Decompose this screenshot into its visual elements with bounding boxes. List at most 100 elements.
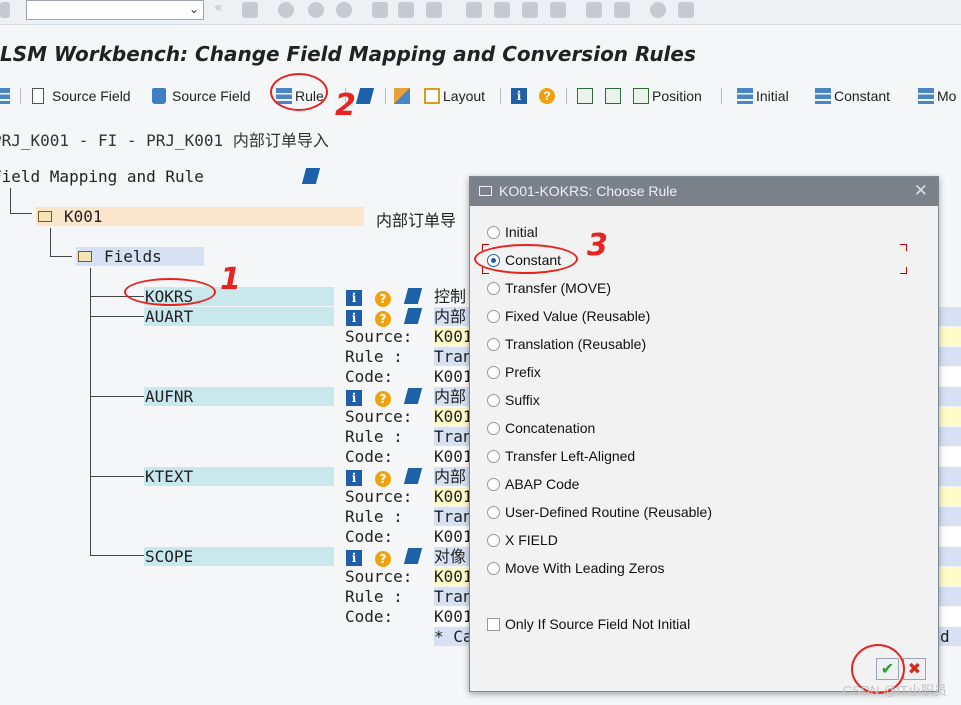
option-suffix[interactable]: Suffix <box>487 390 540 410</box>
constant-button[interactable]: Constant <box>815 86 890 106</box>
radio-button[interactable] <box>487 337 500 351</box>
question-icon[interactable]: ? <box>375 388 392 407</box>
info-icon[interactable]: i <box>346 547 363 566</box>
pencil-icon[interactable] <box>301 168 321 185</box>
collapse-icon <box>605 88 621 104</box>
pencil-icon[interactable] <box>403 308 423 325</box>
source-value: K001 <box>434 407 470 426</box>
initial-label: Initial <box>756 88 789 104</box>
row-strip <box>939 527 961 546</box>
field-description: 内部 <box>434 467 470 486</box>
find-next-icon[interactable] <box>426 2 442 18</box>
row-strip <box>939 347 961 366</box>
close-icon[interactable]: ✕ <box>914 181 928 201</box>
option-move-leading-zeros[interactable]: Move With Leading Zeros <box>487 558 665 578</box>
info-icon[interactable]: i <box>346 387 363 406</box>
option-transfer-left-aligned[interactable]: Transfer Left-Aligned <box>487 446 635 466</box>
focus-corner <box>900 244 907 251</box>
pencil-icon[interactable] <box>403 288 423 305</box>
next-page-icon[interactable] <box>522 2 538 18</box>
radio-button[interactable] <box>487 533 500 547</box>
print-icon[interactable] <box>372 2 388 18</box>
option-initial[interactable]: Initial <box>487 222 538 242</box>
info-icon[interactable]: i <box>346 307 363 326</box>
radio-button[interactable] <box>487 477 500 491</box>
cancel-icon[interactable] <box>336 2 352 18</box>
create-source-field-button[interactable]: Source Field <box>32 86 131 106</box>
radio-button[interactable] <box>487 365 500 379</box>
option-concatenation[interactable]: Concatenation <box>487 418 595 438</box>
position-button[interactable]: Position <box>633 86 702 106</box>
info-icon[interactable]: i <box>346 467 363 486</box>
row-strip <box>939 407 961 426</box>
first-page-icon[interactable] <box>466 2 482 18</box>
move-button[interactable]: Mo <box>918 86 956 106</box>
previous-page-icon[interactable] <box>494 2 510 18</box>
checkbox[interactable] <box>487 617 500 631</box>
option-abap-code[interactable]: ABAP Code <box>487 474 579 494</box>
code-prefix: Code: <box>345 527 394 546</box>
exit-icon[interactable] <box>308 2 324 18</box>
delete-source-field-button[interactable]: Source Field <box>152 86 251 106</box>
layout-menu-icon[interactable] <box>678 2 694 18</box>
structure-button[interactable] <box>394 86 413 106</box>
option-x-field[interactable]: X FIELD <box>487 530 558 550</box>
back-icon[interactable] <box>278 2 294 18</box>
question-icon[interactable]: ? <box>375 548 392 567</box>
question-icon[interactable]: ? <box>375 468 392 487</box>
option-fixed-value[interactable]: Fixed Value (Reusable) <box>487 306 650 326</box>
save-icon[interactable] <box>242 2 258 18</box>
find-icon[interactable] <box>398 2 414 18</box>
cancel-button[interactable]: ✖ <box>903 658 926 680</box>
tree-line <box>90 268 91 555</box>
shortcut-icon[interactable] <box>614 2 630 18</box>
new-session-icon[interactable] <box>586 2 602 18</box>
help-icon[interactable] <box>650 2 666 18</box>
collapse-all-button[interactable] <box>605 86 624 106</box>
initial-button[interactable]: Initial <box>737 86 789 106</box>
option-translation[interactable]: Translation (Reusable) <box>487 334 646 354</box>
chevron-down-icon[interactable]: ⌄ <box>189 2 199 16</box>
edit-button[interactable] <box>355 86 375 106</box>
last-page-icon[interactable] <box>550 2 566 18</box>
option-transfer-move[interactable]: Transfer (MOVE) <box>487 278 611 298</box>
field-name: KTEXT <box>145 467 194 486</box>
pencil-icon[interactable] <box>403 468 423 485</box>
new-document-icon <box>32 88 44 104</box>
option-user-defined-routine[interactable]: User-Defined Routine (Reusable) <box>487 502 712 522</box>
dialog-title-bar[interactable]: KO01-KOKRS: Choose Rule ✕ <box>470 177 938 206</box>
radio-button[interactable] <box>487 281 500 295</box>
radio-button[interactable] <box>487 393 500 407</box>
option-label: Transfer (MOVE) <box>505 280 612 296</box>
radio-button[interactable] <box>487 421 500 435</box>
row-strip <box>939 307 961 326</box>
radio-button[interactable] <box>487 561 500 575</box>
watermark: CSDN @IT小职员 <box>842 683 947 698</box>
code-value: K001 <box>434 607 470 626</box>
help-button[interactable]: ? <box>539 86 558 106</box>
only-if-source-not-initial-checkbox[interactable]: Only If Source Field Not Initial <box>487 614 690 634</box>
pencil-icon[interactable] <box>403 548 423 565</box>
question-icon[interactable]: ? <box>375 308 392 327</box>
pencil-icon[interactable] <box>403 388 423 405</box>
info-button[interactable]: i <box>511 86 530 106</box>
radio-button[interactable] <box>487 309 500 323</box>
radio-button[interactable] <box>487 505 500 519</box>
command-field[interactable]: ⌄ <box>26 0 204 20</box>
row-strip <box>939 467 961 486</box>
page-title: LSM Workbench: Change Field Mapping and … <box>0 42 696 66</box>
info-icon: i <box>511 88 527 104</box>
layout-button[interactable]: Layout <box>424 86 485 106</box>
expand-all-button[interactable] <box>577 86 596 106</box>
radio-button[interactable] <box>487 225 500 239</box>
row-strip <box>939 587 961 606</box>
check-icon[interactable] <box>0 2 10 18</box>
info-icon[interactable]: i <box>346 287 363 306</box>
option-prefix[interactable]: Prefix <box>487 362 541 382</box>
code-comment-end: d <box>940 627 950 646</box>
object-node-description: 内部订单导 <box>376 211 457 230</box>
radio-button[interactable] <box>487 449 500 463</box>
hierarchy-icon <box>394 88 410 104</box>
settings-button[interactable] <box>0 86 13 106</box>
question-icon[interactable]: ? <box>375 288 392 307</box>
